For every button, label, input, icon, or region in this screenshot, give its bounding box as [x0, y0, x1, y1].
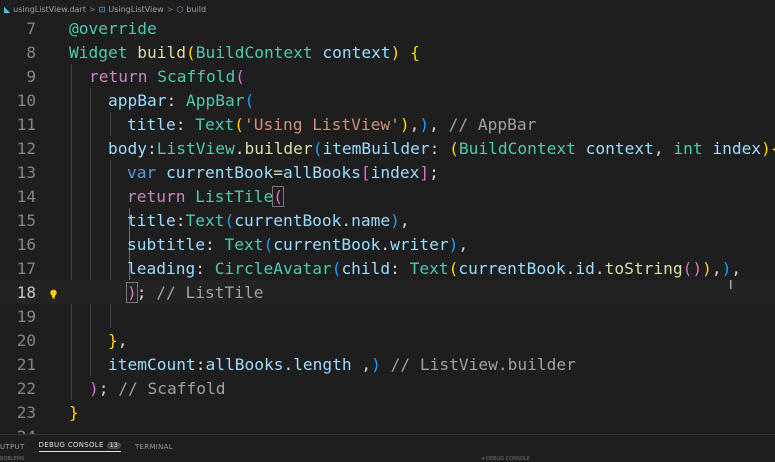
code-line[interactable]: 22 ); // Scaffold: [0, 376, 775, 400]
debug-console-section-label[interactable]: ▾ DEBUG CONSOLE: [482, 456, 530, 462]
code-text: title:Text(currentBook.name),: [127, 210, 410, 230]
code-line-current[interactable]: 18 ); // ListTile: [0, 280, 775, 304]
code-line[interactable]: 19: [0, 304, 775, 328]
inlay-hint: // AppBar: [448, 114, 537, 134]
breadcrumb-separator: >: [166, 4, 174, 14]
code-text: subtitle: Text(currentBook.writer),: [127, 234, 469, 254]
panel-tabs: UTPUT DEBUG CONSOLE 13 TERMINAL: [0, 441, 173, 452]
code-text: }: [69, 402, 79, 422]
code-line[interactable]: 11 title: Text('Using ListView'),), // A…: [0, 112, 775, 136]
panel-bottom-strip: ROBLEMS ▾ DEBUG CONSOLE: [0, 456, 775, 462]
inlay-hint: // Scaffold: [118, 378, 226, 398]
code-text: itemCount:allBooks.length ,) // ListView…: [108, 354, 576, 374]
code-line[interactable]: 14 return ListTile(: [0, 184, 775, 208]
code-text: return ListTile(: [127, 185, 284, 207]
code-text: leading: CircleAvatar(child: Text(curren…: [127, 258, 742, 278]
code-line[interactable]: 21 itemCount:allBooks.length ,) // ListV…: [0, 352, 775, 376]
line-number: 13: [16, 162, 36, 182]
line-number: 11: [16, 114, 36, 134]
tab-terminal[interactable]: TERMINAL: [135, 443, 173, 451]
code-text: @override: [69, 18, 157, 38]
class-icon: ⊡: [98, 4, 106, 14]
line-number: 10: [16, 90, 36, 110]
code-line[interactable]: 13 var currentBook=allBooks[index];: [0, 160, 775, 184]
problems-label[interactable]: ROBLEMS: [0, 456, 24, 462]
code-text: appBar: AppBar(: [108, 90, 255, 110]
line-number: 19: [16, 306, 36, 326]
line-number: 22: [16, 378, 36, 398]
lightbulb-icon[interactable]: [49, 289, 58, 299]
line-number: 24: [0, 427, 36, 435]
tab-debug-console[interactable]: DEBUG CONSOLE 13: [38, 441, 121, 452]
code-line[interactable]: 23 }: [0, 400, 775, 424]
method-cube-icon: ⬡: [176, 4, 184, 14]
breadcrumb-separator: >: [88, 4, 96, 14]
code-line[interactable]: 20 },: [0, 328, 775, 352]
line-number: 12: [16, 138, 36, 158]
line-number: 17: [16, 258, 36, 278]
code-text: ); // ListTile: [126, 281, 264, 303]
inlay-hint: // ListView.builder: [390, 354, 576, 374]
code-text: return Scaffold(: [89, 66, 245, 86]
line-number: 7: [26, 18, 36, 38]
bottom-panel: UTPUT DEBUG CONSOLE 13 TERMINAL ROBLEMS ▾…: [0, 434, 775, 462]
code-text: ); // Scaffold: [89, 378, 226, 398]
dart-file-icon: ◣: [4, 4, 11, 14]
code-line[interactable]: 10 appBar: AppBar(: [0, 88, 775, 112]
line-number: 14: [16, 186, 36, 206]
code-text: var currentBook=allBooks[index];: [127, 162, 439, 182]
code-editor[interactable]: 7 @override 8 Widget build(BuildContext …: [0, 16, 775, 434]
code-line[interactable]: 12 body:ListView.builder(itemBuilder: (B…: [0, 136, 775, 160]
code-line[interactable]: 24: [0, 424, 775, 435]
code-line[interactable]: 15 title:Text(currentBook.name),: [0, 208, 775, 232]
line-number: 23: [16, 402, 36, 422]
line-number: 21: [16, 354, 36, 374]
line-number: 8: [26, 42, 36, 62]
code-line[interactable]: 9 return Scaffold(: [0, 64, 775, 88]
breadcrumb-method[interactable]: build: [186, 5, 206, 14]
code-line[interactable]: 17 leading: CircleAvatar(child: Text(cur…: [0, 256, 775, 280]
breadcrumb-file[interactable]: usingListView.dart: [13, 5, 86, 14]
code-text: body:ListView.builder(itemBuilder: (Buil…: [108, 138, 775, 158]
tab-output[interactable]: UTPUT: [0, 443, 25, 451]
inlay-hint: // ListTile: [156, 282, 264, 302]
debug-console-badge: 13: [106, 442, 121, 449]
code-text: title: Text('Using ListView'),), // AppB…: [127, 114, 537, 134]
breadcrumb-class[interactable]: UsingListView: [108, 5, 163, 14]
line-number: 16: [16, 234, 36, 254]
line-number: 20: [16, 330, 36, 350]
code-text: },: [108, 330, 128, 350]
code-line[interactable]: 7 @override: [0, 16, 775, 40]
code-line[interactable]: 8 Widget build(BuildContext context) {: [0, 40, 775, 64]
tab-debug-console-label: DEBUG CONSOLE: [38, 441, 104, 449]
line-number: 18: [16, 282, 36, 302]
code-line[interactable]: 16 subtitle: Text(currentBook.writer),: [0, 232, 775, 256]
text-cursor-icon: I: [729, 278, 733, 292]
line-number: 15: [16, 210, 36, 230]
line-number: 9: [26, 66, 36, 86]
code-text: Widget build(BuildContext context) {: [69, 42, 420, 62]
